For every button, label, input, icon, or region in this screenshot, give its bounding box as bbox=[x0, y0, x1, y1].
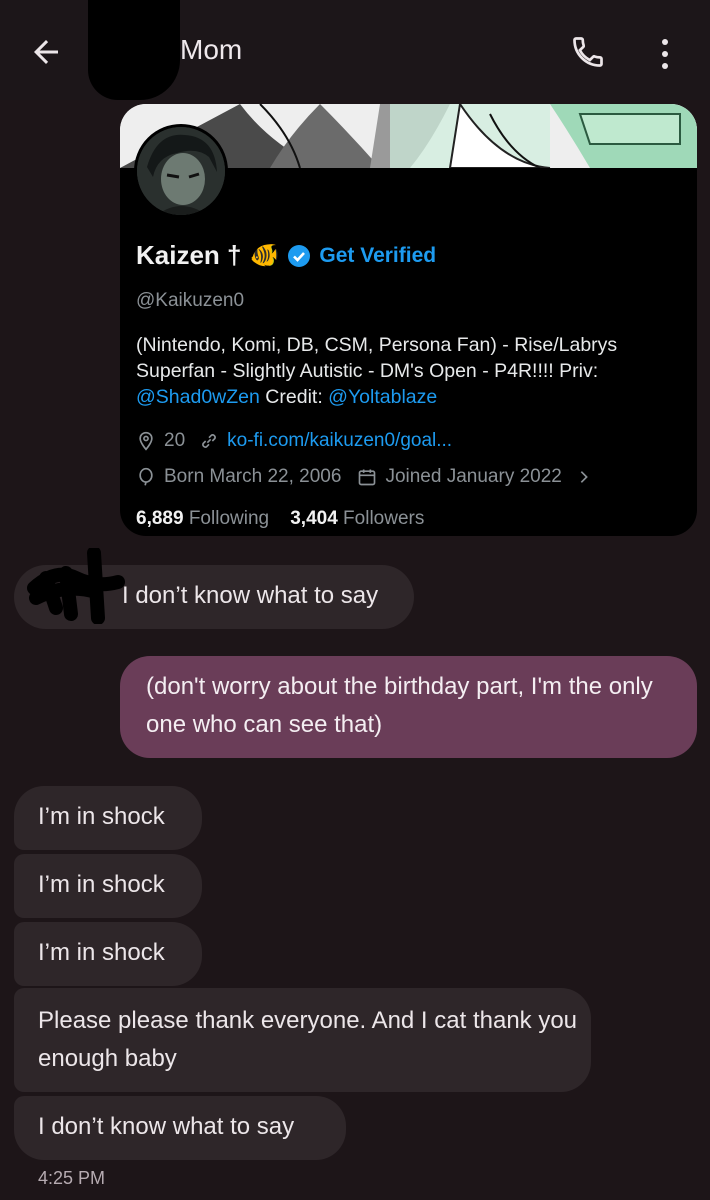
bio-credit: Credit: bbox=[265, 386, 323, 408]
profile-location: 20 bbox=[164, 430, 186, 451]
bio-mention-1: @Shad0wZen bbox=[136, 386, 260, 408]
profile-handle: @Kaikuzen0 bbox=[136, 290, 245, 311]
message-timestamp: 4:25 PM bbox=[38, 1168, 106, 1188]
message-text: I don’t know what to say bbox=[38, 1113, 295, 1140]
message-bubble-incoming[interactable]: I’m in shock bbox=[14, 786, 202, 850]
profile-bio: (Nintendo, Komi, DB, CSM, Persona Fan) -… bbox=[136, 332, 676, 410]
following-label: Following bbox=[188, 508, 270, 529]
message-bubble-incoming[interactable]: I’m in shock bbox=[14, 854, 202, 918]
verified-badge-icon bbox=[288, 244, 311, 267]
shared-image-twitter-profile[interactable]: Kaizen † 🐠 Get Verified @Kaikuzen0 (Nint… bbox=[120, 104, 697, 536]
profile-name: Kaizen † bbox=[136, 240, 242, 270]
profile-joined: Joined January 2022 bbox=[385, 466, 562, 487]
arrow-left-icon[interactable] bbox=[28, 34, 64, 70]
followers-label: Followers bbox=[343, 508, 425, 529]
bio-text: (Nintendo, Komi, DB, CSM, Persona Fan) -… bbox=[136, 334, 618, 382]
app-bar: Mom bbox=[0, 0, 710, 100]
fish-emoji-icon: 🐠 bbox=[249, 242, 280, 269]
bio-mention-2: @Yoltablaze bbox=[328, 386, 438, 408]
profile-meta-row-1: 20 ko-fi.com/kaikuzen0/goal... bbox=[136, 430, 452, 452]
calendar-icon bbox=[359, 469, 376, 486]
get-verified-link: Get Verified bbox=[319, 243, 437, 267]
conversation-title[interactable]: Mom bbox=[180, 34, 242, 66]
redaction-scribble bbox=[88, 0, 180, 100]
profile-meta-row-2: Born March 22, 2006 Joined January 2022 bbox=[136, 466, 592, 488]
message-text: I’m in shock bbox=[38, 803, 165, 830]
message-bubble-incoming[interactable]: I’m in shock bbox=[14, 922, 202, 986]
message-bubble-incoming[interactable]: Please please thank everyone. And I cat … bbox=[14, 988, 591, 1092]
profile-website: ko-fi.com/kaikuzen0/goal... bbox=[227, 430, 453, 451]
message-bubble-incoming[interactable]: I don’t know what to say bbox=[14, 1096, 346, 1160]
avatar-illustration bbox=[137, 127, 225, 215]
profile-name-row: Kaizen † 🐠 Get Verified bbox=[136, 240, 436, 271]
redaction-scribble bbox=[27, 548, 125, 624]
profile-avatar bbox=[134, 124, 228, 218]
message-text: (don't worry about the birthday part, I'… bbox=[146, 673, 653, 738]
followers-count: 3,404 bbox=[290, 508, 338, 529]
message-text: I don’t know what to say bbox=[122, 582, 379, 609]
message-text: Please please thank everyone. And I cat … bbox=[38, 1007, 578, 1072]
message-text: I’m in shock bbox=[38, 939, 165, 966]
message-text: I’m in shock bbox=[38, 871, 165, 898]
location-pin-icon bbox=[139, 431, 153, 451]
profile-follow-counts: 6,889 Following 3,404 Followers bbox=[136, 508, 424, 530]
link-icon bbox=[202, 434, 217, 448]
message-bubble-outgoing[interactable]: (don't worry about the birthday part, I'… bbox=[120, 656, 697, 758]
chevron-right-icon bbox=[580, 471, 588, 483]
balloon-icon bbox=[139, 467, 153, 486]
more-vert-icon[interactable] bbox=[652, 36, 678, 72]
following-count: 6,889 bbox=[136, 508, 184, 529]
profile-birthday: Born March 22, 2006 bbox=[164, 466, 342, 487]
phone-icon[interactable] bbox=[570, 34, 606, 70]
